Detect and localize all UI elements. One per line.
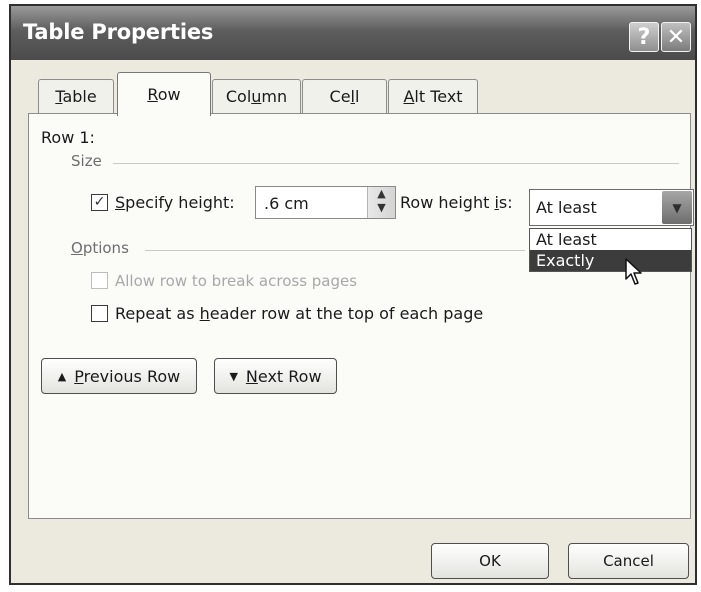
row-height-mode-dropdown: At least Exactly (529, 228, 692, 272)
cancel-label: Cancel (603, 552, 654, 570)
row-height-is-label: Row height is: (400, 193, 513, 212)
repeat-header-label: Repeat as header row at the top of each … (115, 304, 484, 323)
specify-height-label: Specify height: (115, 193, 235, 212)
repeat-header-checkbox[interactable] (91, 305, 108, 322)
tab-row-label: Row (147, 85, 181, 104)
next-row-button[interactable]: ▼ Next Row (214, 358, 337, 394)
allow-break-label: Allow row to break across pages (115, 272, 358, 290)
next-row-label: Next Row (245, 366, 322, 386)
options-group-divider (145, 250, 525, 251)
title-bar[interactable]: Table Properties ? ✕ (11, 6, 695, 60)
mouse-pointer-icon (625, 258, 642, 285)
row-height-value: .6 cm (264, 194, 309, 213)
cancel-button[interactable]: Cancel (568, 543, 689, 579)
tab-alt-text[interactable]: Alt Text (388, 79, 478, 113)
specify-height-checkbox[interactable]: ✓ (91, 194, 108, 211)
ok-button[interactable]: OK (431, 543, 549, 579)
close-icon: ✕ (666, 24, 686, 50)
tab-table[interactable]: Table (38, 79, 114, 113)
size-group-divider (113, 163, 679, 164)
tab-cell[interactable]: Cell (302, 79, 387, 113)
table-properties-dialog: Table Properties ? ✕ Table Row Column Ce… (9, 4, 697, 585)
help-button[interactable]: ? (629, 22, 659, 52)
triangle-up-icon: ▲ (57, 369, 67, 383)
size-group-label: Size (71, 152, 102, 170)
help-icon: ? (637, 24, 651, 50)
option-at-least[interactable]: At least (530, 229, 691, 250)
triangle-down-icon: ▼ (229, 369, 238, 383)
tab-table-label: Table (55, 87, 97, 106)
tab-cell-label: Cell (329, 87, 360, 106)
tab-column[interactable]: Column (212, 79, 301, 113)
tab-row[interactable]: Row (117, 72, 211, 116)
tab-alt-text-label: Alt Text (403, 87, 463, 106)
options-group-label: Options (71, 239, 129, 257)
chevron-down-icon[interactable]: ▼ (662, 191, 692, 224)
previous-row-button[interactable]: ▲ Previous Row (41, 358, 197, 394)
allow-break-checkbox[interactable] (91, 272, 108, 289)
row-height-mode-select[interactable]: At least ▼ (529, 189, 694, 226)
dialog-title: Table Properties (23, 20, 214, 44)
previous-row-label: Previous Row (74, 366, 181, 386)
close-button[interactable]: ✕ (661, 22, 691, 52)
tab-column-label: Column (225, 87, 288, 106)
row-height-spinner[interactable]: .6 cm ▲ ▼ (255, 186, 396, 219)
row-height-mode-value: At least (536, 198, 597, 217)
spin-arrows-icon[interactable]: ▲ ▼ (367, 187, 395, 218)
ok-label: OK (479, 552, 501, 570)
option-exactly[interactable]: Exactly (530, 250, 691, 271)
row-number-label: Row 1: (41, 128, 95, 147)
check-icon: ✓ (93, 194, 106, 210)
